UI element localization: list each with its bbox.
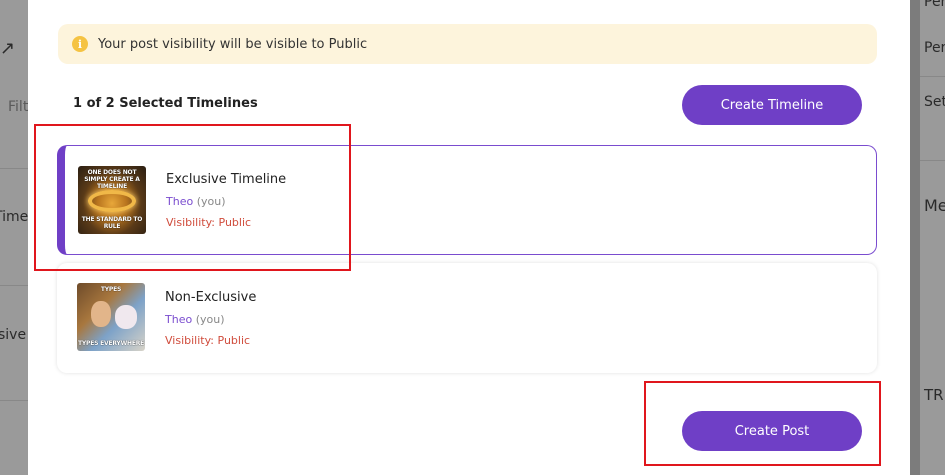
- trending-icon: ↗: [0, 38, 16, 59]
- bg-divider: [920, 76, 945, 77]
- visibility-notice: i Your post visibility will be visible t…: [58, 24, 877, 64]
- background-scroll-divider: [910, 0, 920, 475]
- owner-name: Theo: [165, 313, 193, 326]
- bg-fragment: Medi: [924, 196, 945, 215]
- bg-fragment: Timel: [0, 209, 28, 225]
- character-image: [115, 305, 137, 329]
- timeline-card-non-exclusive[interactable]: TYPES TYPES EVERYWHERE Non-Exclusive The…: [57, 263, 877, 373]
- info-icon: i: [72, 36, 88, 52]
- timeline-thumbnail: ONE DOES NOT SIMPLY CREATE A TIMELINE TH…: [78, 166, 146, 234]
- timeline-title: Non-Exclusive: [165, 290, 257, 305]
- thumbnail-caption: TYPES: [100, 286, 122, 293]
- timeline-visibility: Visibility: Public: [166, 216, 252, 229]
- bg-divider: [0, 285, 28, 286]
- visibility-notice-text: Your post visibility will be visible to …: [98, 36, 368, 52]
- bg-fragment: sive: [0, 327, 27, 343]
- timeline-owner: Theo (you): [166, 195, 226, 208]
- bg-divider: [0, 168, 28, 169]
- select-timelines-modal: i Your post visibility will be visible t…: [28, 0, 910, 475]
- bg-divider: [920, 160, 945, 161]
- thumbnail-caption: THE STANDARD TO RULE: [81, 216, 143, 230]
- bg-fragment: Filt: [8, 99, 28, 115]
- selected-timelines-count: 1 of 2 Selected Timelines: [73, 96, 258, 111]
- ring-image: [88, 190, 136, 212]
- create-post-button[interactable]: Create Post: [682, 411, 862, 451]
- bg-fragment: TRIA: [924, 386, 945, 404]
- timeline-owner: Theo (you): [165, 313, 225, 326]
- timeline-visibility: Visibility: Public: [165, 334, 251, 347]
- bg-divider: [0, 400, 28, 401]
- owner-suffix: (you): [196, 195, 226, 208]
- timeline-thumbnail: TYPES TYPES EVERYWHERE: [77, 283, 145, 351]
- timeline-card-exclusive[interactable]: ONE DOES NOT SIMPLY CREATE A TIMELINE TH…: [57, 145, 877, 255]
- thumbnail-caption: ONE DOES NOT SIMPLY CREATE A TIMELINE: [84, 169, 140, 190]
- background-left-panel: ↗ Filt Timel sive: [0, 0, 28, 475]
- create-timeline-button[interactable]: Create Timeline: [682, 85, 862, 125]
- character-image: [91, 301, 111, 327]
- timeline-title: Exclusive Timeline: [166, 172, 287, 187]
- bg-fragment: Peri: [924, 0, 945, 10]
- background-right-panel: Peri Peri Setti Medi TRIA: [920, 0, 945, 475]
- thumbnail-caption: TYPES EVERYWHERE: [77, 340, 145, 347]
- bg-fragment: Peri: [924, 40, 945, 56]
- bg-fragment: Setti: [924, 94, 945, 110]
- owner-suffix: (you): [195, 313, 225, 326]
- owner-name: Theo: [166, 195, 194, 208]
